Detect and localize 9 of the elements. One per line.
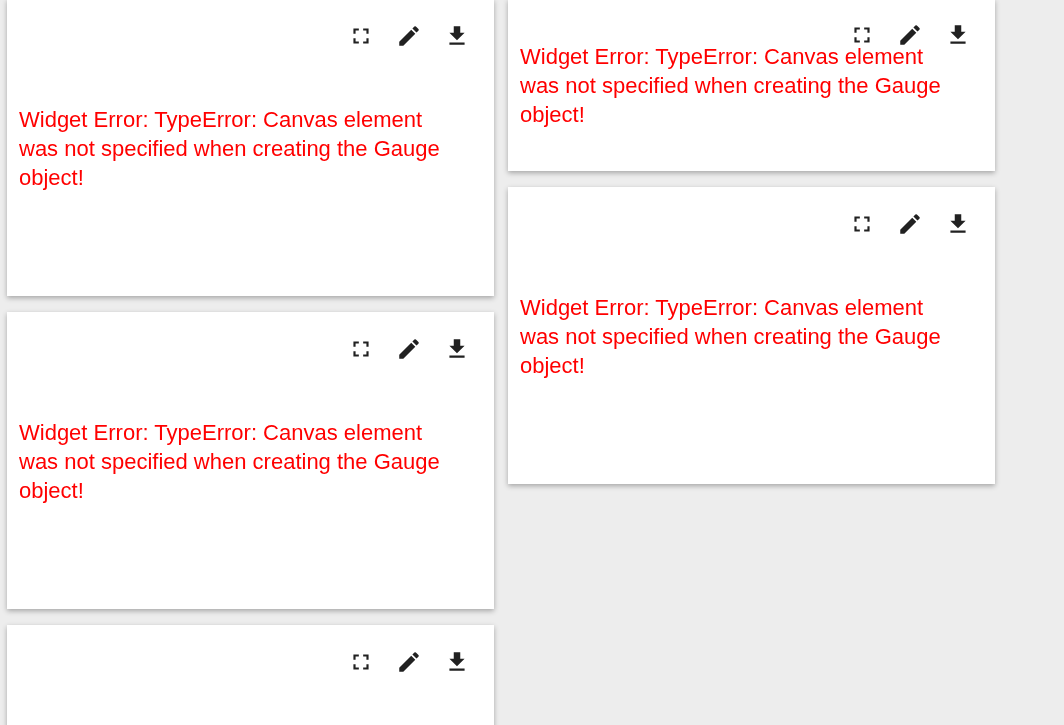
pencil-icon bbox=[396, 649, 422, 675]
error-message: Widget Error: TypeError: Canvas element was not specified when creating the Gauge object! bbox=[18, 106, 441, 192]
pencil-icon bbox=[897, 22, 923, 48]
error-message: Widget Error: TypeError: Canvas element was not specified when creating the Gauge object! bbox=[519, 294, 942, 380]
pencil-icon bbox=[396, 23, 422, 49]
pencil-icon bbox=[897, 211, 923, 237]
error-message: Widget Error: TypeError: Canvas element was not specified when creating the Gauge object! bbox=[18, 419, 441, 505]
error-message: Widget Error: TypeError: Canvas element was not specified when creating the Gauge object! bbox=[519, 43, 942, 129]
pencil-icon bbox=[396, 336, 422, 362]
